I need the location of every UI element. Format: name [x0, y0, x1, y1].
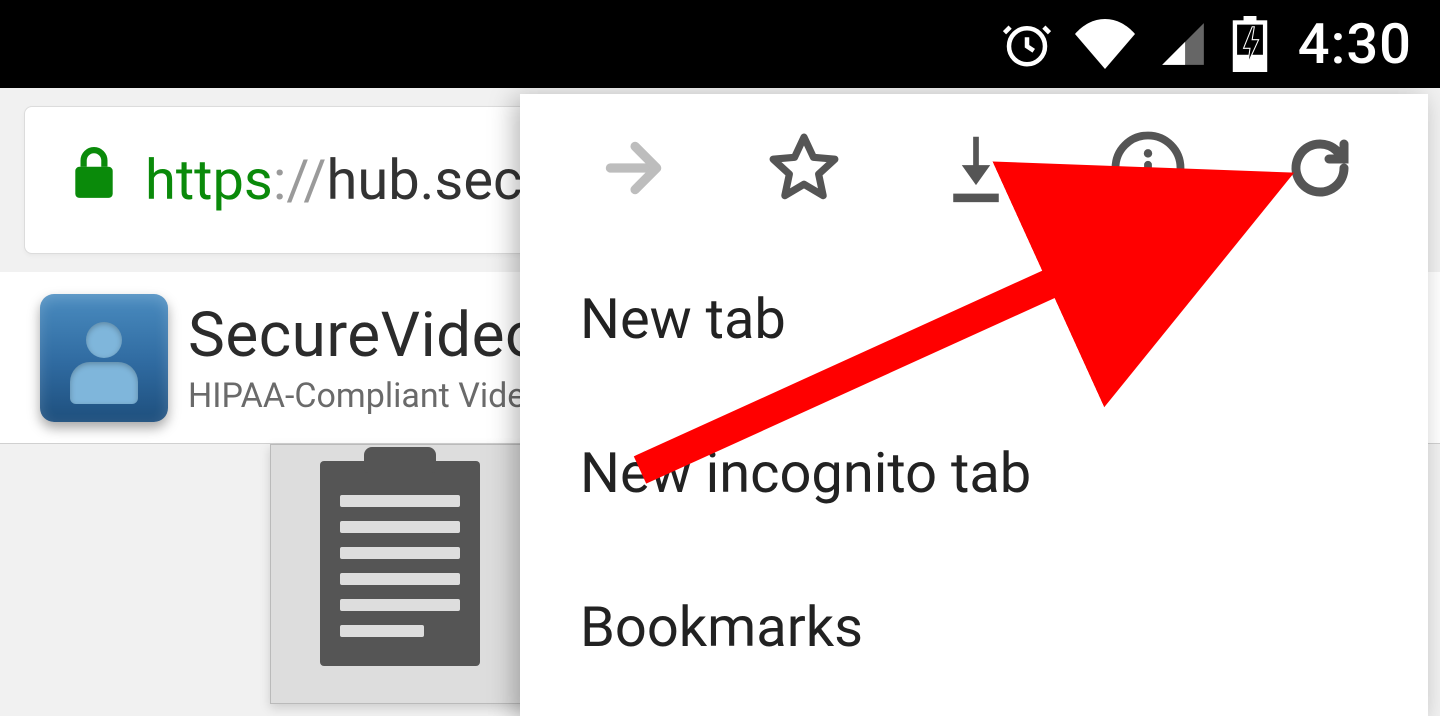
clipboard-card[interactable]	[270, 444, 530, 704]
page-info-button[interactable]	[1088, 129, 1208, 207]
clipboard-icon	[320, 461, 480, 666]
alarm-icon	[1000, 17, 1054, 71]
wifi-icon	[1074, 19, 1136, 69]
menu-item-new-tab[interactable]: New tab	[520, 242, 1428, 396]
site-logo-icon	[40, 294, 168, 422]
menu-icon-row	[520, 94, 1428, 242]
menu-item-bookmarks[interactable]: Bookmarks	[520, 550, 1428, 704]
url-protocol: https	[145, 147, 273, 213]
lock-icon	[73, 146, 115, 214]
url-separator: ://	[273, 147, 327, 213]
status-bar: 4:30	[0, 0, 1440, 88]
menu-item-new-incognito-tab[interactable]: New incognito tab	[520, 396, 1428, 550]
url-host: hub.sec	[327, 147, 523, 213]
download-button[interactable]	[916, 131, 1036, 205]
overflow-menu: New tab New incognito tab Bookmarks	[520, 94, 1428, 716]
bookmark-star-button[interactable]	[744, 129, 864, 207]
cellular-signal-icon	[1156, 19, 1210, 69]
status-time: 4:30	[1298, 11, 1412, 77]
url-text: https://hub.sec	[145, 147, 522, 213]
reload-button[interactable]	[1260, 132, 1380, 204]
forward-button[interactable]	[572, 131, 692, 205]
battery-charging-icon	[1230, 16, 1270, 72]
